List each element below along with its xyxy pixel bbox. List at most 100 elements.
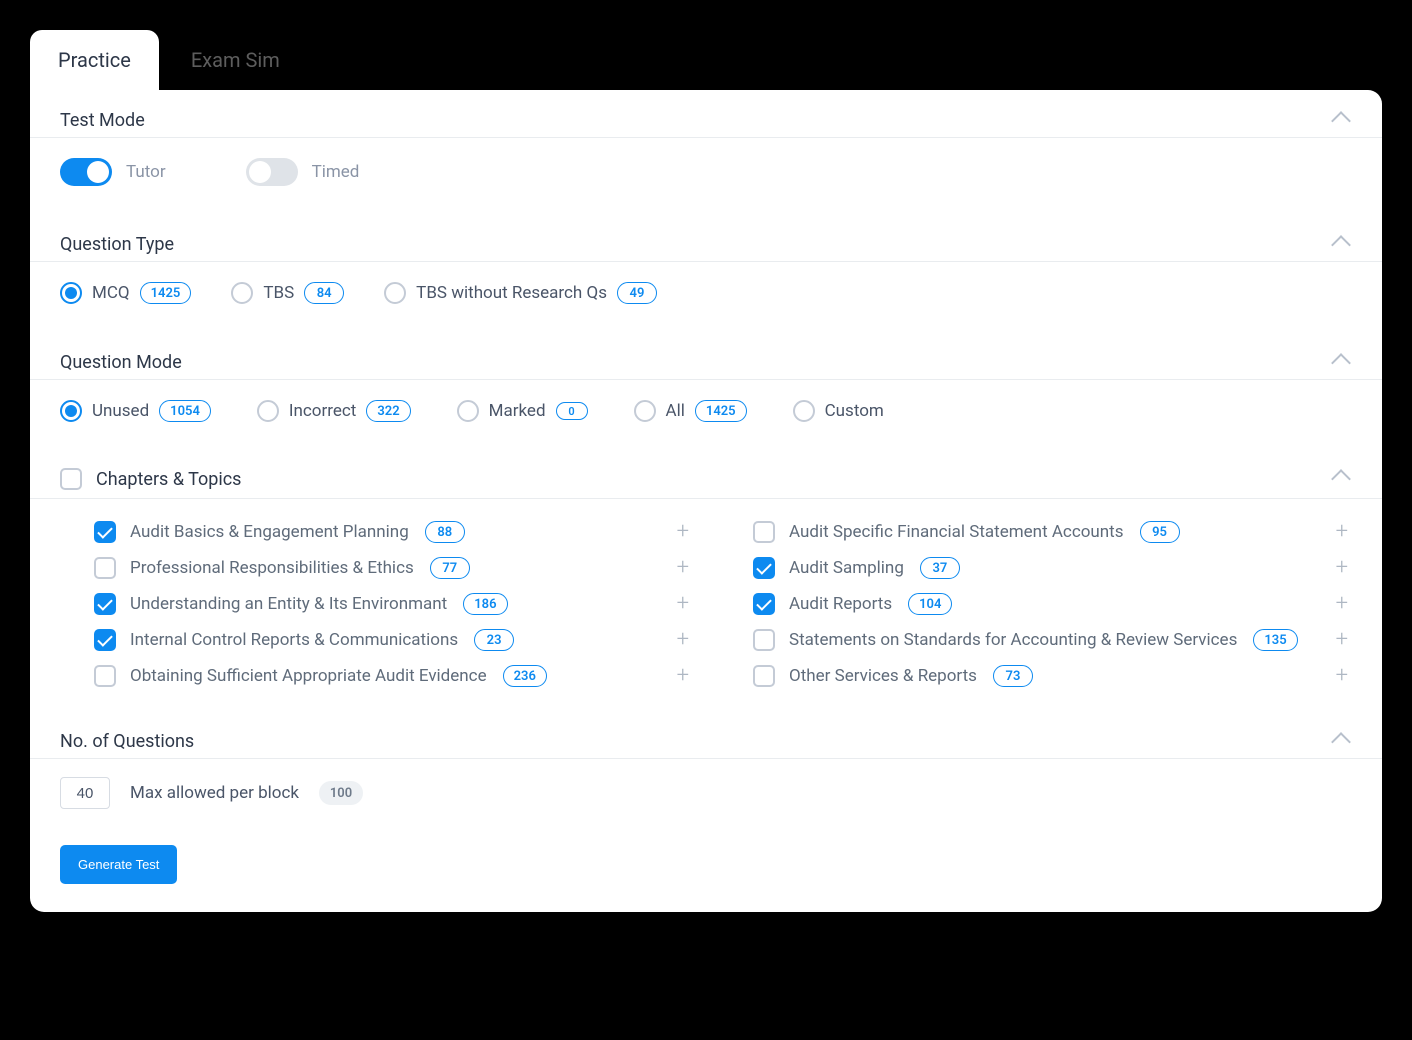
- radio-icon: [457, 400, 479, 422]
- count-badge: 95: [1140, 521, 1180, 543]
- expand-icon[interactable]: +: [673, 665, 693, 687]
- expand-icon[interactable]: +: [1332, 629, 1352, 651]
- topic-row: Audit Specific Financial Statement Accou…: [753, 521, 1352, 543]
- topic-checkbox[interactable]: [94, 557, 116, 579]
- topic-checkbox[interactable]: [753, 557, 775, 579]
- radio-label: MCQ: [92, 283, 130, 303]
- section-title: Question Type: [60, 234, 174, 255]
- num-questions-input[interactable]: [60, 777, 110, 809]
- radio-icon: [384, 282, 406, 304]
- radio-icon: [60, 282, 82, 304]
- count-badge: 1054: [159, 400, 211, 422]
- topic-checkbox[interactable]: [94, 665, 116, 687]
- topic-label: Understanding an Entity & Its Environman…: [130, 594, 447, 614]
- count-badge: 88: [425, 521, 465, 543]
- topic-checkbox[interactable]: [753, 593, 775, 615]
- max-allowed-value: 100: [319, 781, 363, 805]
- section-header-test-mode: Test Mode: [30, 90, 1382, 138]
- count-badge: 49: [617, 282, 657, 304]
- tab-exam-sim[interactable]: Exam Sim: [163, 30, 308, 90]
- expand-icon[interactable]: +: [673, 521, 693, 543]
- count-badge: 135: [1253, 629, 1297, 651]
- config-panel: Test Mode Tutor Timed Question Type MCQ …: [30, 90, 1382, 912]
- radio-label: Custom: [825, 401, 884, 421]
- toggle-knob: [87, 161, 109, 183]
- radio-label: All: [666, 401, 685, 421]
- section-title: No. of Questions: [60, 731, 194, 752]
- radio-unused[interactable]: Unused 1054: [60, 400, 211, 422]
- section-header-chapters: Chapters & Topics: [30, 450, 1382, 499]
- radio-icon: [257, 400, 279, 422]
- chevron-up-icon[interactable]: [1331, 111, 1351, 131]
- section-header-noq: No. of Questions: [30, 711, 1382, 759]
- checkbox-select-all[interactable]: [60, 468, 82, 490]
- topic-checkbox[interactable]: [94, 629, 116, 651]
- topic-row: Audit Sampling 37 +: [753, 557, 1352, 579]
- toggle-timed: Timed: [246, 158, 360, 186]
- section-body-question-type: MCQ 1425 TBS 84 TBS without Research Qs …: [30, 262, 1382, 332]
- radio-custom[interactable]: Custom: [793, 400, 884, 422]
- toggle-timed-switch[interactable]: [246, 158, 298, 186]
- radio-marked[interactable]: Marked 0: [457, 400, 588, 422]
- radio-label: Incorrect: [289, 401, 356, 421]
- count-badge: 77: [430, 557, 470, 579]
- section-header-question-type: Question Type: [30, 214, 1382, 262]
- chevron-up-icon[interactable]: [1331, 235, 1351, 255]
- radio-icon: [793, 400, 815, 422]
- expand-icon[interactable]: +: [1332, 557, 1352, 579]
- expand-icon[interactable]: +: [673, 629, 693, 651]
- count-badge: 1425: [695, 400, 747, 422]
- section-title: Chapters & Topics: [96, 469, 241, 490]
- count-badge: 236: [503, 665, 547, 687]
- radio-tbs[interactable]: TBS 84: [231, 282, 344, 304]
- radio-icon: [231, 282, 253, 304]
- chevron-up-icon[interactable]: [1331, 353, 1351, 373]
- toggle-tutor-switch[interactable]: [60, 158, 112, 186]
- section-title: Question Mode: [60, 352, 182, 373]
- topic-checkbox[interactable]: [753, 521, 775, 543]
- topic-row: Internal Control Reports & Communication…: [94, 629, 693, 651]
- radio-all[interactable]: All 1425: [634, 400, 747, 422]
- topic-checkbox[interactable]: [753, 629, 775, 651]
- radio-tbs-no-research[interactable]: TBS without Research Qs 49: [384, 282, 657, 304]
- chevron-up-icon[interactable]: [1331, 732, 1351, 752]
- chevron-up-icon[interactable]: [1331, 469, 1351, 489]
- expand-icon[interactable]: +: [673, 557, 693, 579]
- count-badge: 0: [556, 402, 588, 420]
- section-body-question-mode: Unused 1054 Incorrect 322 Marked 0 All 1…: [30, 380, 1382, 450]
- count-badge: 1425: [140, 282, 192, 304]
- topic-checkbox[interactable]: [94, 521, 116, 543]
- expand-icon[interactable]: +: [673, 593, 693, 615]
- topics-grid: Audit Basics & Engagement Planning 88 + …: [30, 499, 1382, 711]
- count-badge: 73: [993, 665, 1033, 687]
- count-badge: 186: [463, 593, 507, 615]
- count-badge: 322: [366, 400, 410, 422]
- radio-incorrect[interactable]: Incorrect 322: [257, 400, 411, 422]
- radio-mcq[interactable]: MCQ 1425: [60, 282, 191, 304]
- radio-label: TBS: [263, 283, 294, 303]
- count-badge: 104: [908, 593, 952, 615]
- topic-row: Statements on Standards for Accounting &…: [753, 629, 1352, 651]
- toggle-tutor: Tutor: [60, 158, 166, 186]
- expand-icon[interactable]: +: [1332, 521, 1352, 543]
- expand-icon[interactable]: +: [1332, 593, 1352, 615]
- generate-test-button[interactable]: Generate Test: [60, 845, 177, 884]
- section-header-question-mode: Question Mode: [30, 332, 1382, 380]
- topic-row: Professional Responsibilities & Ethics 7…: [94, 557, 693, 579]
- radio-icon: [634, 400, 656, 422]
- section-body-noq: Max allowed per block 100: [30, 759, 1382, 809]
- topic-row: Understanding an Entity & Its Environman…: [94, 593, 693, 615]
- topic-checkbox[interactable]: [753, 665, 775, 687]
- topic-row: Audit Basics & Engagement Planning 88 +: [94, 521, 693, 543]
- topic-checkbox[interactable]: [94, 593, 116, 615]
- section-body-test-mode: Tutor Timed: [30, 138, 1382, 214]
- tab-bar: Practice Exam Sim: [30, 30, 1382, 90]
- tab-practice[interactable]: Practice: [30, 30, 159, 90]
- expand-icon[interactable]: +: [1332, 665, 1352, 687]
- topic-row: Other Services & Reports 73 +: [753, 665, 1352, 687]
- topic-label: Audit Specific Financial Statement Accou…: [789, 522, 1124, 542]
- radio-label: Marked: [489, 401, 546, 421]
- toggle-tutor-label: Tutor: [126, 162, 166, 182]
- topic-label: Audit Reports: [789, 594, 892, 614]
- radio-icon: [60, 400, 82, 422]
